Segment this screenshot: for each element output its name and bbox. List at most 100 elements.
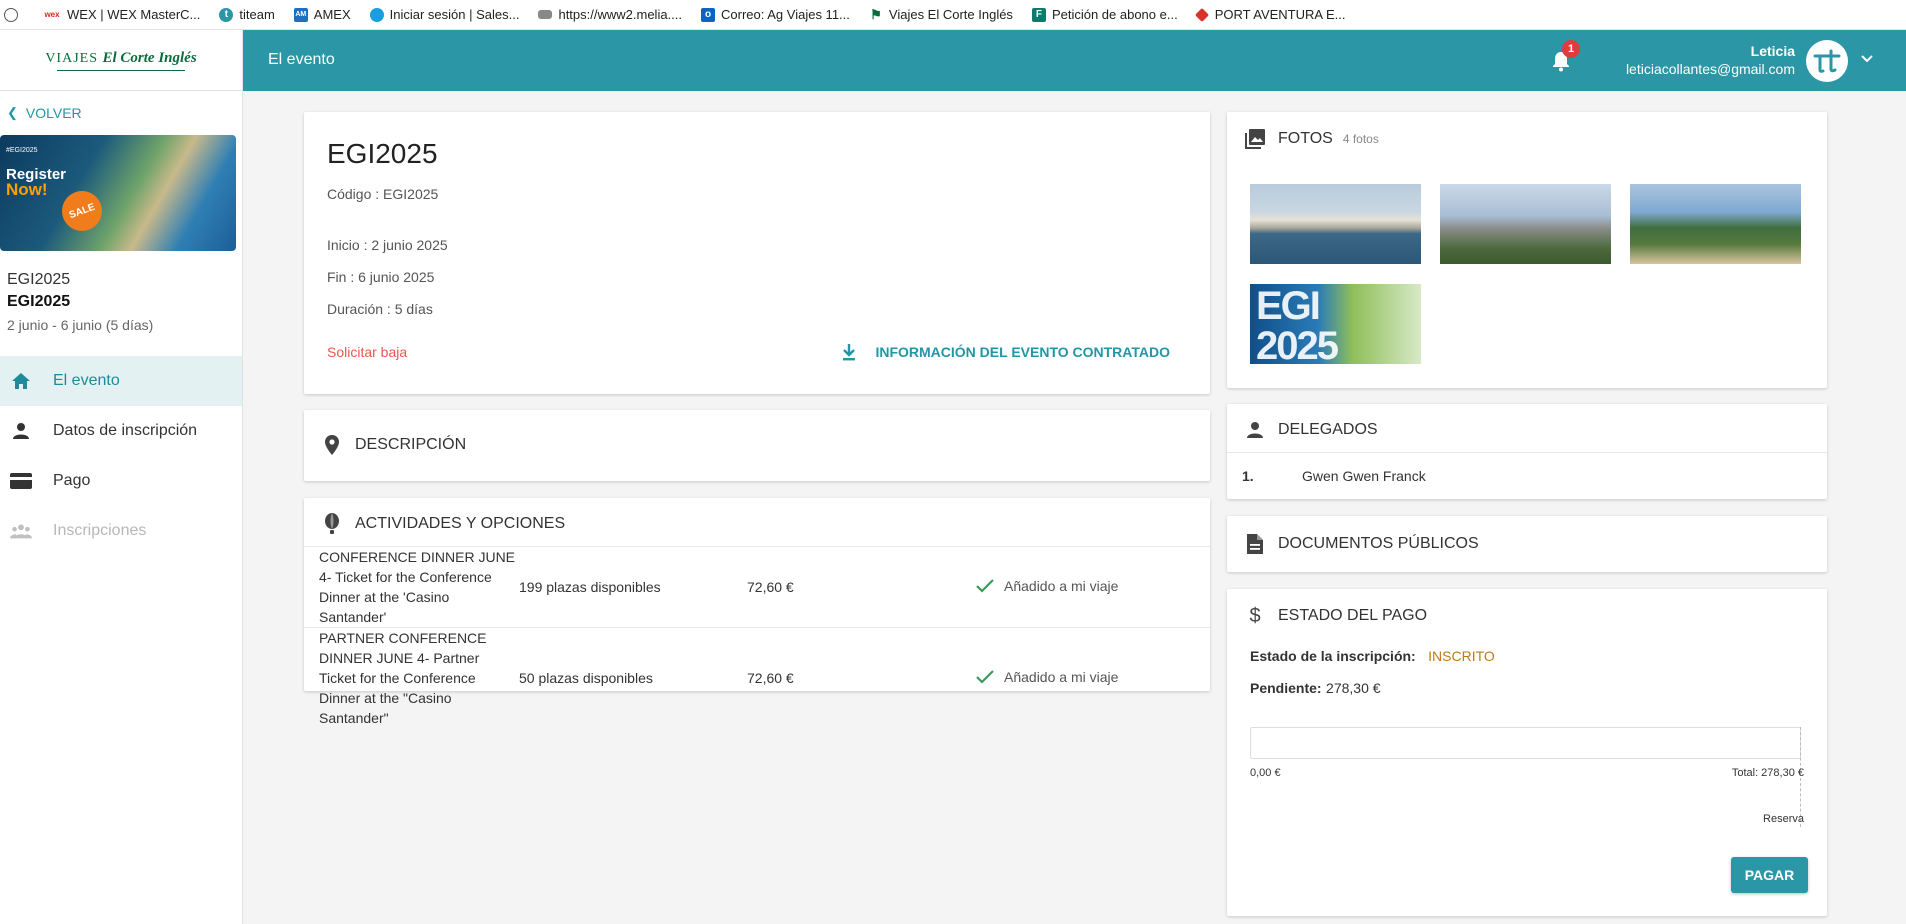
nav-label: Datos de inscripción — [53, 422, 198, 439]
description-title: DESCRIPCIÓN — [355, 436, 467, 453]
back-link[interactable]: ❮ VOLVER — [0, 103, 242, 123]
photos-count: 4 fotos — [1342, 132, 1379, 146]
activity-places: 199 plazas disponibles — [519, 546, 747, 628]
location-pin-icon — [321, 434, 343, 456]
outlook-icon: o — [701, 7, 716, 22]
document-icon — [1244, 533, 1266, 555]
chevron-down-icon[interactable] — [1859, 50, 1875, 66]
top-bar: El evento 1 Leticia leticiacollantes@gma… — [243, 30, 1906, 91]
sidebar-nav: El evento Datos de inscripción Pago Insc… — [0, 356, 242, 556]
photo-thumbnail-3[interactable] — [1630, 184, 1801, 264]
logo-text: VIAJES El Corte Inglés — [45, 50, 196, 67]
bookmark-amex[interactable]: AM AMEX — [293, 7, 351, 22]
sidebar: VIAJES El Corte Inglés ❮ VOLVER #EGI2025… — [0, 30, 243, 924]
melia-icon — [538, 10, 553, 19]
event-summary-card: EGI2025 Código : EGI2025 Inicio : 2 juni… — [304, 112, 1210, 394]
logo[interactable]: VIAJES El Corte Inglés — [0, 30, 242, 91]
photo-egi-year: 2025 — [1256, 324, 1339, 364]
activity-status-label: Añadido a mi viaje — [1004, 578, 1119, 594]
nav-label: Inscripciones — [53, 522, 147, 539]
delegate-number: 1. — [1242, 468, 1254, 484]
notifications-count-badge: 1 — [1562, 40, 1580, 58]
sidebar-event-name: EGI2025 — [7, 271, 71, 288]
table-row: CONFERENCE DINNER JUNE 4- Ticket for the… — [304, 546, 1210, 628]
payment-progress-bar — [1250, 727, 1801, 759]
bookmark-label: Petición de abono e... — [1051, 7, 1178, 22]
bookmark-label: WEX | WEX MasterC... — [67, 7, 201, 22]
event-title: EGI2025 — [327, 138, 438, 169]
person-icon — [10, 420, 32, 442]
bookmark-forms[interactable]: F Petición de abono e... — [1031, 7, 1178, 22]
cancel-registration-link[interactable]: Solicitar baja — [327, 344, 407, 360]
photos-card: FOTOS 4 fotos EGI 2025 — [1227, 112, 1827, 388]
bookmark-apps[interactable] — [4, 7, 24, 22]
nav-item-datos-inscripcion[interactable]: Datos de inscripción — [0, 406, 242, 456]
event-start: Inicio : 2 junio 2025 — [327, 237, 448, 253]
activity-status: Añadido a mi viaje — [975, 546, 1210, 628]
amex-icon: AM — [293, 7, 308, 22]
activity-name: PARTNER CONFERENCE DINNER JUNE 4- Partne… — [304, 627, 519, 728]
status-badge: INSCRITO — [1428, 648, 1495, 664]
check-icon — [976, 579, 994, 593]
bookmark-label: Iniciar sesión | Sales... — [389, 7, 520, 22]
balloon-icon — [321, 513, 343, 535]
nav-item-pago[interactable]: Pago — [0, 456, 242, 506]
registration-status: Estado de la inscripción: INSCRITO — [1250, 648, 1495, 666]
bookmark-portaventura[interactable]: PORT AVENTURA E... — [1194, 7, 1345, 22]
logo-word-eci: El Corte Inglés — [102, 49, 197, 66]
bookmark-eci[interactable]: ⚑ Viajes El Corte Inglés — [869, 7, 1013, 23]
event-code: Código : EGI2025 — [327, 186, 439, 202]
bookmark-melia[interactable]: https://www2.melia.... — [538, 7, 682, 22]
check-icon — [976, 670, 994, 684]
photo-library-icon — [1244, 128, 1266, 150]
banner-register-text: Register Now! — [6, 167, 66, 198]
bookmark-outlook[interactable]: o Correo: Ag Viajes 11... — [701, 7, 850, 22]
event-info-label: INFORMACIÓN DEL EVENTO CONTRATADO — [875, 344, 1170, 360]
bookmark-salesforce[interactable]: Iniciar sesión | Sales... — [369, 7, 520, 22]
activity-price: 72,60 € — [747, 546, 975, 628]
payment-title: ESTADO DEL PAGO — [1278, 607, 1428, 624]
table-row: PARTNER CONFERENCE DINNER JUNE 4- Partne… — [304, 627, 1210, 728]
photo-thumbnail-4[interactable]: EGI 2025 — [1250, 284, 1421, 364]
nav-item-inscripciones: Inscripciones — [0, 506, 242, 556]
chevron-left-icon: ❮ — [7, 105, 18, 120]
pay-button[interactable]: PAGAR — [1731, 857, 1808, 893]
photo-thumbnail-2[interactable] — [1440, 184, 1611, 264]
delegate-name: Gwen Gwen Franck — [1302, 468, 1426, 484]
delegates-title: DELEGADOS — [1278, 421, 1378, 438]
home-icon — [10, 370, 32, 392]
bookmark-titeam[interactable]: t titeam — [219, 7, 275, 22]
photo-thumbnail-1[interactable] — [1250, 184, 1421, 264]
user-email: leticiacollantes@gmail.com — [1625, 61, 1795, 77]
list-item: 1. Gwen Gwen Franck — [1227, 452, 1827, 498]
person-icon — [1244, 419, 1266, 441]
public-documents-card: DOCUMENTOS PÚBLICOS — [1227, 516, 1827, 572]
page-title: El evento — [268, 51, 335, 68]
activity-status: Añadido a mi viaje — [975, 627, 1210, 728]
activities-card: ACTIVIDADES Y OPCIONES CONFERENCE DINNER… — [304, 498, 1210, 728]
forms-icon: F — [1031, 7, 1046, 22]
activity-places: 50 plazas disponibles — [519, 627, 747, 728]
globe-icon — [4, 7, 18, 22]
activities-table: CONFERENCE DINNER JUNE 4- Ticket for the… — [304, 546, 1210, 728]
photo-egi-text: EGI 2025 — [1256, 286, 1339, 364]
avatar[interactable] — [1806, 40, 1848, 82]
description-card: DESCRIPCIÓN — [304, 410, 1210, 481]
activity-name: CONFERENCE DINNER JUNE 4- Ticket for the… — [304, 546, 519, 628]
event-end: Fin : 6 junio 2025 — [327, 269, 435, 285]
nav-item-el-evento[interactable]: El evento — [0, 356, 242, 406]
bookmark-label: AMEX — [313, 7, 351, 22]
event-info-download-button[interactable]: INFORMACIÓN DEL EVENTO CONTRATADO — [839, 342, 1170, 362]
group-icon — [10, 520, 32, 542]
photos-title: FOTOS — [1278, 130, 1333, 147]
reserve-label: Reserva — [1763, 813, 1804, 825]
portaventura-icon — [1194, 7, 1209, 22]
paid-amount: 0,00 € — [1250, 767, 1281, 779]
event-banner-image: #EGI2025 Register Now! SALE — [0, 135, 236, 251]
logo-word-viajes: VIAJES — [45, 50, 98, 66]
delegates-card: DELEGADOS 1. Gwen Gwen Franck — [1227, 404, 1827, 499]
bookmark-wex[interactable]: wex WEX | WEX MasterC... — [43, 7, 200, 22]
bookmark-label: Viajes El Corte Inglés — [888, 7, 1013, 22]
activities-title: ACTIVIDADES Y OPCIONES — [355, 515, 566, 532]
public-documents-title: DOCUMENTOS PÚBLICOS — [1278, 535, 1479, 552]
